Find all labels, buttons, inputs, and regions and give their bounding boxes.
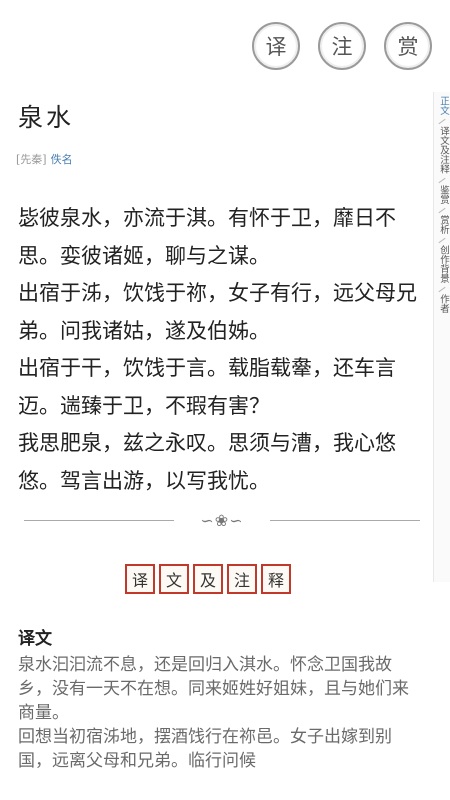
ornamental-divider: ∽❀∽ [24, 508, 420, 532]
nav-separator [438, 237, 446, 243]
seal-char: 及 [193, 564, 223, 594]
poem-dynasty: [先秦] [16, 153, 47, 166]
nav-separator [438, 177, 446, 183]
poem-meta: [先秦] 佚名 [16, 151, 73, 167]
seal-char: 注 [227, 564, 257, 594]
divider-ornament-icon: ∽❀∽ [200, 510, 244, 530]
nav-item-analysis[interactable]: 赏析 [437, 215, 449, 234]
poem-stanza: 出宿于干，饮饯于言。载脂载舝，还车言迈。遄臻于卫，不瑕有害？ [18, 356, 396, 418]
poem-stanza: 出宿于泲，饮饯于祢，女子有行，远父母兄弟。问我诸姑，遂及伯姊。 [18, 281, 417, 343]
poem-stanza: 毖彼泉水，亦流于淇。有怀于卫，靡日不思。娈彼诸姬，聊与之谋。 [18, 206, 396, 268]
translation-section: 译文 泉水汩汩流不息，还是回归入淇水。怀念卫国我故乡，没有一天不在想。同来姬姓好… [18, 624, 418, 773]
translation-paragraph: 泉水汩汩流不息，还是回归入淇水。怀念卫国我故乡，没有一天不在想。同来姬姓好姐妹，… [18, 655, 409, 723]
seal-char: 释 [261, 564, 291, 594]
nav-item-appreciation[interactable]: 鉴赏 [437, 185, 449, 204]
poem-author-link[interactable]: 佚名 [51, 153, 73, 166]
translation-heading: 译文 [18, 629, 52, 649]
poem-title: 泉水 [18, 103, 75, 132]
poem-body: 毖彼泉水，亦流于淇。有怀于卫，靡日不思。娈彼诸姬，聊与之谋。 出宿于泲，饮饯于祢… [18, 200, 428, 500]
top-toolbar: 译 注 赏 [252, 22, 432, 70]
nav-separator [438, 207, 446, 213]
poem-stanza: 我思肥泉，兹之永叹。思须与漕，我心悠悠。驾言出游，以写我忧。 [18, 431, 396, 493]
divider-line [24, 519, 174, 521]
translation-paragraph: 回想当初宿泲地，摆酒饯行在祢邑。女子出嫁到别国，远离父母和兄弟。临行问候 [18, 727, 392, 771]
nav-separator [438, 118, 446, 125]
nav-separator [438, 286, 446, 292]
translation-text: 泉水汩汩流不息，还是回归入淇水。怀念卫国我故乡，没有一天不在想。同来姬姓好姐妹，… [18, 653, 418, 773]
annotate-button[interactable]: 注 [318, 22, 366, 70]
seal-char: 译 [125, 564, 155, 594]
translate-button[interactable]: 译 [252, 22, 300, 70]
section-nav: 正文 译文及注释 鉴赏 赏析 创作背景 作者 [433, 92, 450, 582]
section-seal: 译 文 及 注 释 [125, 564, 291, 594]
nav-item-background[interactable]: 创作背景 [437, 245, 449, 283]
nav-item-translation[interactable]: 译文及注释 [437, 126, 449, 174]
nav-item-main-text[interactable]: 正文 [437, 96, 449, 115]
nav-item-author[interactable]: 作者 [437, 294, 449, 313]
appreciate-button[interactable]: 赏 [384, 22, 432, 70]
divider-line [270, 519, 420, 521]
seal-char: 文 [159, 564, 189, 594]
